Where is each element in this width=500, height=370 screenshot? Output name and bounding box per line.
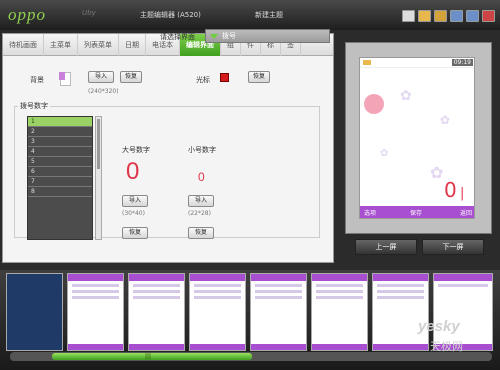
small-digit-restore-button[interactable]: 恢复 <box>188 227 214 239</box>
folder-icon[interactable] <box>434 10 447 22</box>
flower-icon: ✿ <box>400 88 412 104</box>
thumbnail-list-menu-2[interactable] <box>189 273 246 351</box>
thumbnail-phonebook[interactable] <box>372 273 429 351</box>
toolbar <box>402 10 495 22</box>
cursor-label: 光标 <box>196 76 210 84</box>
phone-screen-preview: 09:19 ✿ ✿ ✿ ✿ 0 | 选项 保存 返回 <box>359 57 475 219</box>
big-digit-label: 大号数字 <box>122 146 150 154</box>
phone-cursor: | <box>460 186 465 201</box>
new-file-icon[interactable] <box>402 10 415 22</box>
flower-icon: ✿ <box>380 148 389 159</box>
selector-value: 拨号 <box>222 32 236 40</box>
chevron-down-icon <box>210 34 218 39</box>
thumbnail-scrollbar-thumb[interactable] <box>52 353 252 360</box>
softkey-right: 返回 <box>459 210 472 217</box>
small-digit-preview: 0 <box>198 170 205 184</box>
background-size: (240*320) <box>88 88 119 95</box>
thumbnail-list-menu[interactable] <box>128 273 185 351</box>
phone-dial-digit: 0 <box>444 178 457 202</box>
app-title: 主题编辑器 (A520) <box>140 11 201 19</box>
thumbnail-standby[interactable] <box>6 273 63 351</box>
thumbnail-submenu[interactable] <box>250 273 307 351</box>
digit-list-scrollbar[interactable] <box>95 116 102 240</box>
cursor-color-swatch[interactable] <box>220 73 229 82</box>
thumbnail-date[interactable] <box>311 273 368 351</box>
softkey-middle: 保存 <box>410 210 423 217</box>
list-item[interactable]: 2 <box>28 127 92 137</box>
cursor-restore-button[interactable]: 恢复 <box>248 71 270 83</box>
phone-time: 09:19 <box>451 59 473 66</box>
background-preview <box>59 72 71 86</box>
close-icon[interactable] <box>482 10 495 22</box>
save-as-icon[interactable] <box>466 10 479 22</box>
softkey-left: 选项 <box>364 210 377 217</box>
list-item[interactable]: 4 <box>28 147 92 157</box>
next-screen-button[interactable]: 下一屏 <box>422 239 484 255</box>
logo-script: Uby <box>82 9 96 17</box>
big-digit-import-button[interactable]: 导入 <box>122 195 148 207</box>
big-digit-preview: 0 <box>126 158 140 185</box>
prev-screen-button[interactable]: 上一屏 <box>355 239 417 255</box>
phone-softkey-bar: 选项 保存 返回 <box>360 206 474 218</box>
background-import-button[interactable]: 导入 <box>88 71 114 83</box>
small-digit-label: 小号数字 <box>188 146 216 154</box>
list-item[interactable]: 5 <box>28 157 92 167</box>
screen-selector-dropdown[interactable]: 拨号 <box>205 29 330 43</box>
signal-icon <box>363 60 371 65</box>
thumbnail-main-menu[interactable] <box>67 273 124 351</box>
smiley-icon <box>364 94 384 114</box>
list-item[interactable]: 6 <box>28 167 92 177</box>
tab-date[interactable]: 日期 <box>119 34 146 56</box>
list-item[interactable]: 1 <box>28 117 92 127</box>
list-item[interactable]: 8 <box>28 187 92 197</box>
small-digit-size: (22*28) <box>188 210 211 217</box>
open-folder-icon[interactable] <box>418 10 431 22</box>
tab-standby[interactable]: 待机画面 <box>3 34 44 56</box>
big-digit-restore-button[interactable]: 恢复 <box>122 227 148 239</box>
selector-label: 请选择界面 <box>160 33 195 41</box>
phone-status-bar: 09:19 <box>360 58 474 68</box>
watermark-brand: yesky <box>418 318 460 335</box>
flower-icon: ✿ <box>440 113 451 127</box>
scrollbar-grip-icon: ||| <box>145 353 152 360</box>
big-digit-size: (30*40) <box>122 210 145 217</box>
background-label: 背景 <box>30 76 44 84</box>
list-item[interactable]: 3 <box>28 137 92 147</box>
list-item[interactable]: 7 <box>28 177 92 187</box>
digit-list[interactable]: 1 2 3 4 5 6 7 8 <box>27 116 93 240</box>
small-digit-import-button[interactable]: 导入 <box>188 195 214 207</box>
background-restore-button[interactable]: 恢复 <box>120 71 142 83</box>
document-title: 新建主题 <box>255 11 283 19</box>
title-bar: oppo Uby 主题编辑器 (A520) 新建主题 <box>0 0 500 30</box>
tab-list-menu[interactable]: 列表菜单 <box>78 34 119 56</box>
dial-digits-legend: 拨号数字 <box>18 101 50 111</box>
flower-icon: ✿ <box>430 163 444 182</box>
oppo-logo: oppo <box>8 5 46 24</box>
save-icon[interactable] <box>450 10 463 22</box>
tab-main-menu[interactable]: 主菜单 <box>44 34 78 56</box>
